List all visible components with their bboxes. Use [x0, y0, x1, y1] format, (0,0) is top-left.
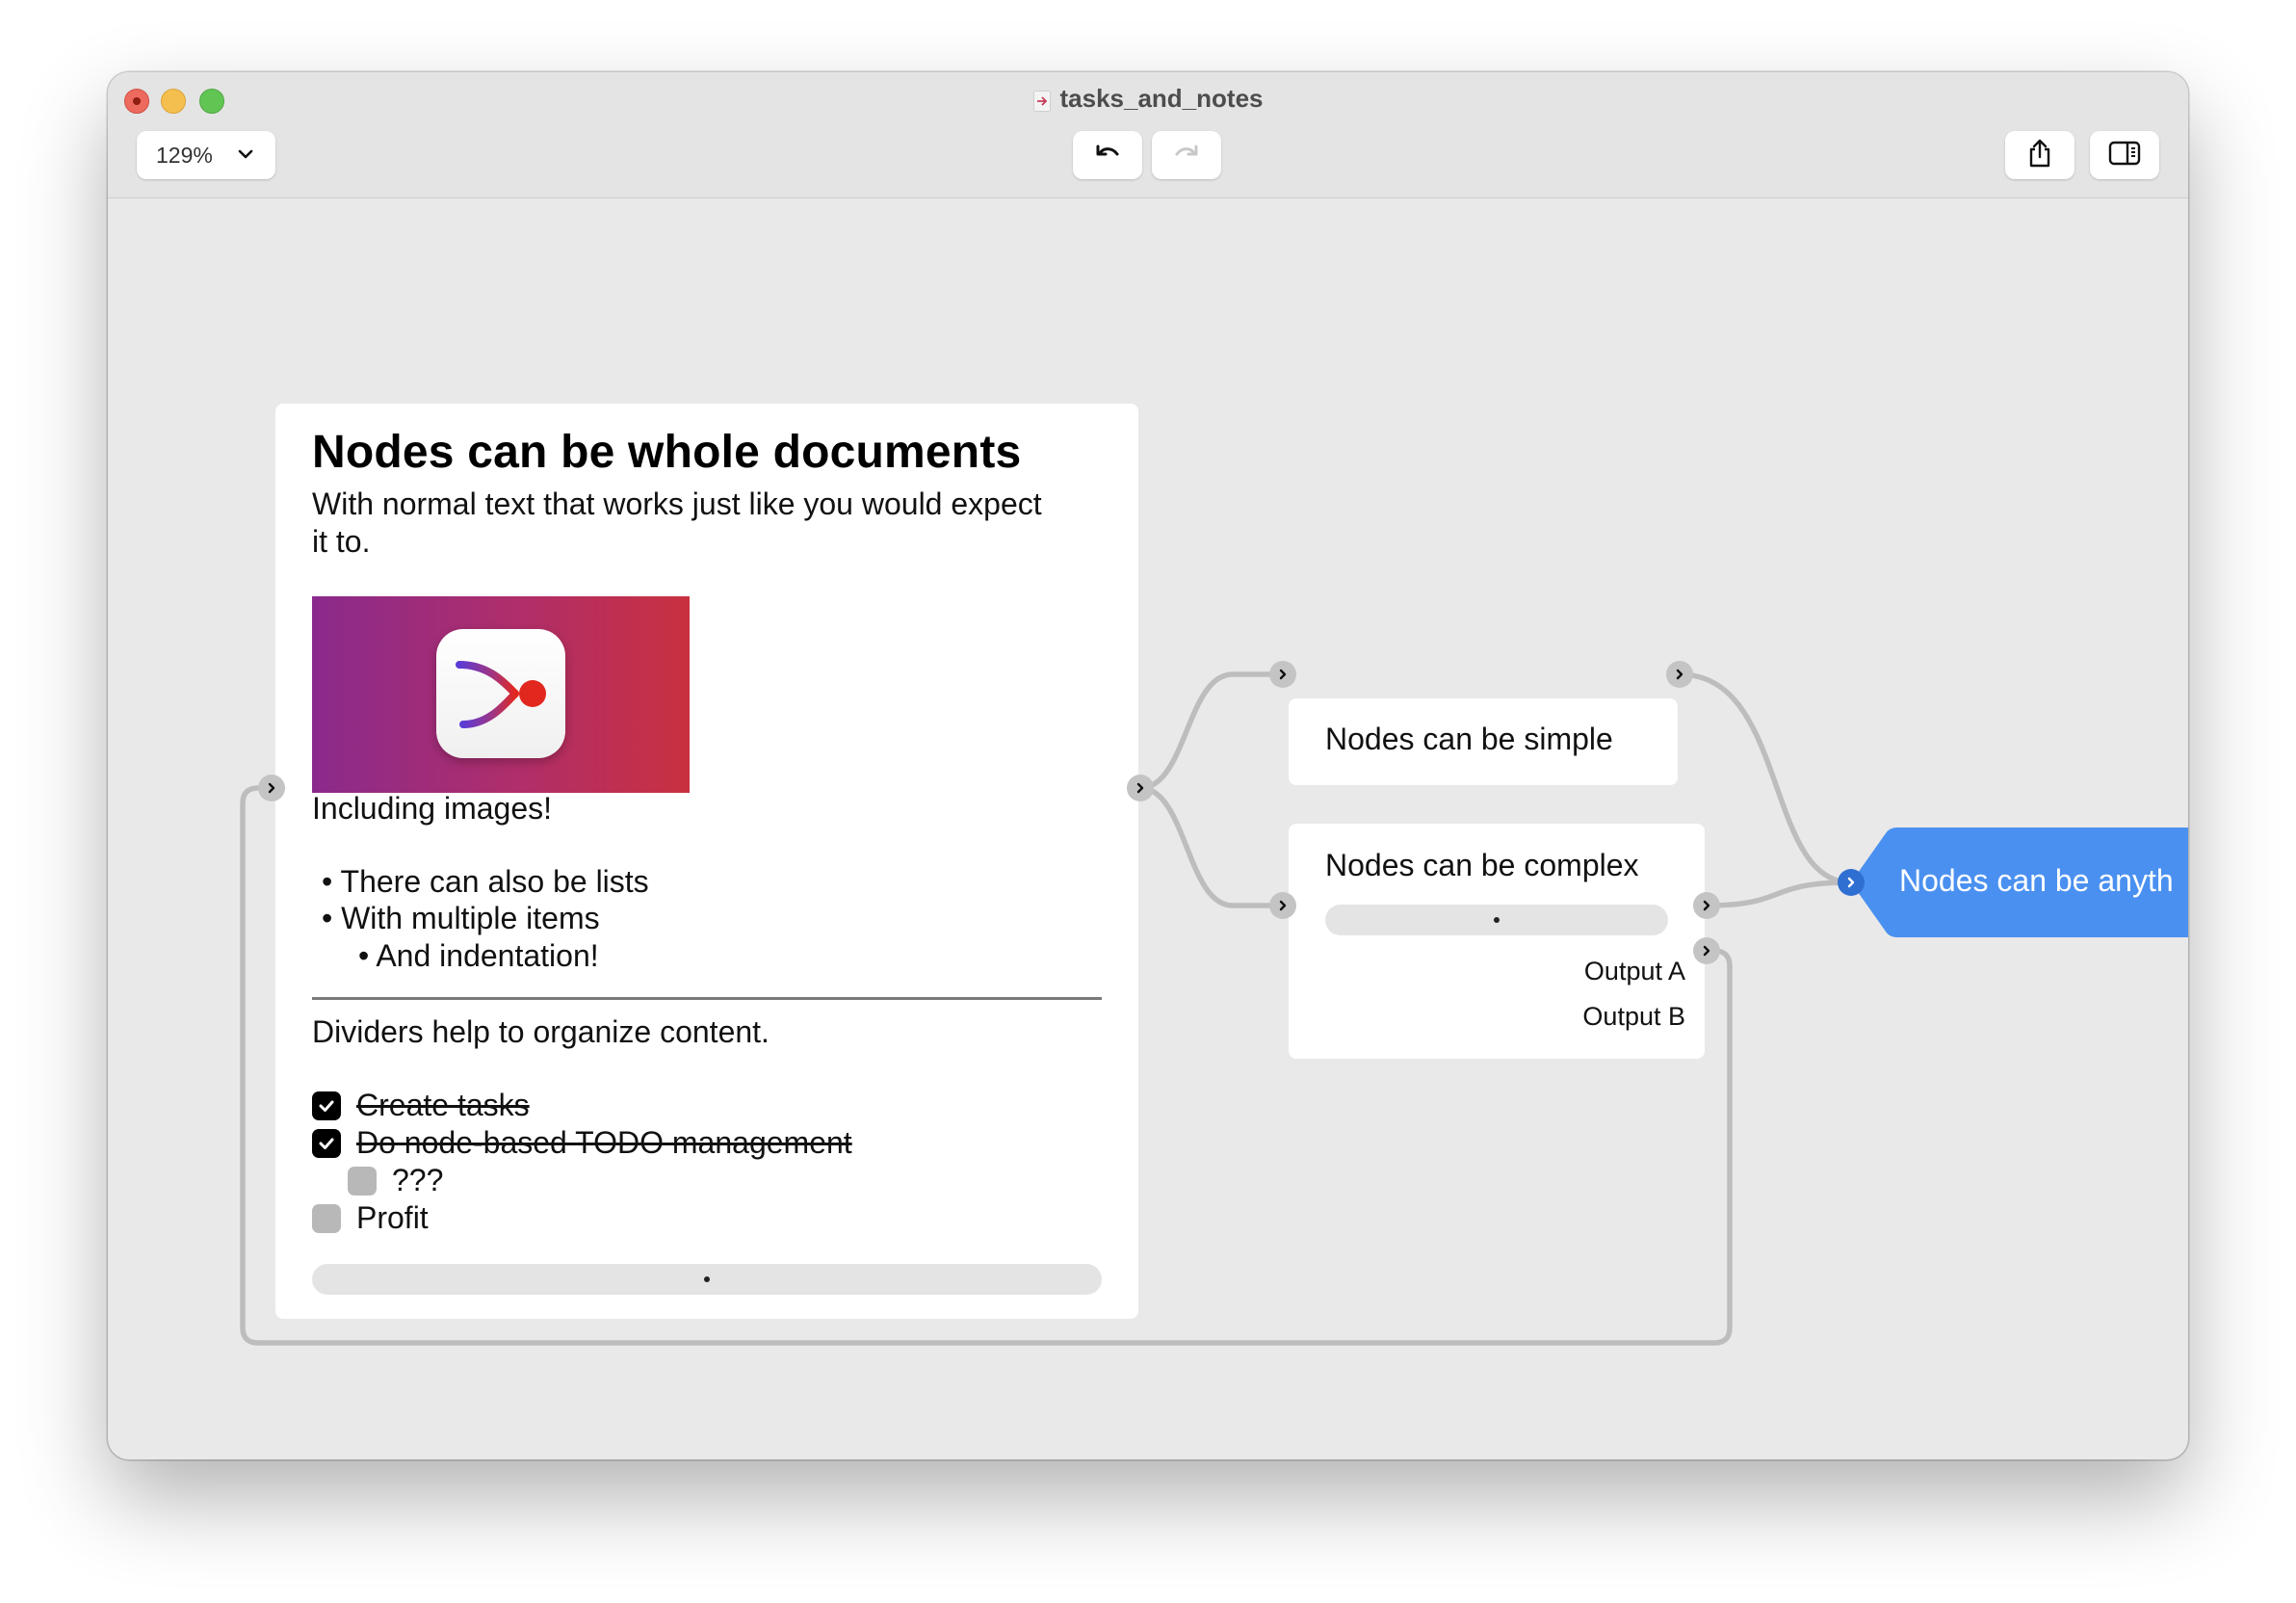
checkbox-checked[interactable] — [312, 1091, 341, 1120]
wire-outputA-to-blue — [1706, 880, 1852, 908]
share-button[interactable] — [2005, 131, 2074, 179]
checkbox-checked[interactable] — [312, 1128, 341, 1158]
blue-hexagon-node[interactable]: Nodes can be anyth — [1851, 828, 2188, 937]
doc-node-subtitle: With normal text that works just like yo… — [312, 486, 1042, 559]
list-item: • With multiple items — [322, 901, 600, 935]
output-b-port[interactable] — [1693, 937, 1720, 964]
blue-node-input-port[interactable] — [1838, 869, 1865, 896]
window-title: tasks_and_notes — [108, 84, 2188, 114]
checkbox-unchecked[interactable] — [348, 1166, 377, 1196]
simple-node-input-port[interactable] — [1269, 661, 1296, 688]
handle-dot — [704, 1276, 710, 1282]
content-divider — [312, 997, 1102, 1000]
checkbox-unchecked[interactable] — [312, 1203, 341, 1233]
task-item[interactable]: ??? — [348, 1163, 443, 1198]
share-icon — [2027, 138, 2052, 173]
wire-simple-to-blue — [1679, 671, 1852, 885]
complex-node-input-port[interactable] — [1269, 892, 1296, 919]
wire-doc-to-complex — [1139, 785, 1283, 908]
handle-dot — [1494, 917, 1500, 923]
doc-node-title: Nodes can be whole documents — [312, 427, 1022, 478]
output-a-label: Output A — [1583, 957, 1685, 985]
doc-node-output-port[interactable] — [1127, 775, 1154, 802]
simple-node-label: Nodes can be simple — [1325, 722, 1613, 756]
image-caption: Including images! — [312, 791, 553, 826]
simple-node[interactable]: Nodes can be simple — [1289, 698, 1678, 785]
blue-node-label: Nodes can be anyth — [1899, 863, 2174, 898]
list-item: • There can also be lists — [322, 864, 649, 899]
list-item: • And indentation! — [358, 938, 599, 973]
undo-icon — [1093, 142, 1122, 170]
simple-node-output-port[interactable] — [1666, 661, 1693, 688]
output-b-label: Output B — [1582, 1002, 1685, 1031]
redo-icon — [1172, 142, 1201, 170]
undo-button[interactable] — [1073, 131, 1142, 179]
wire-doc-to-simple — [1139, 671, 1283, 791]
sidebar-toggle-button[interactable] — [2090, 131, 2159, 179]
task-item[interactable]: Profit — [312, 1200, 429, 1236]
zoom-value: 129% — [156, 142, 213, 168]
node-canvas[interactable]: Nodes can be whole documents With normal… — [108, 198, 2188, 1459]
app-window: tasks_and_notes 129% Nodes can be whole … — [108, 72, 2188, 1459]
app-logo-icon — [436, 629, 565, 758]
zoom-select[interactable]: 129% — [137, 131, 275, 179]
complex-node-handle[interactable] — [1325, 905, 1668, 935]
divider-caption: Dividers help to organize content. — [312, 1014, 770, 1049]
document-icon — [1032, 89, 1051, 112]
redo-button[interactable] — [1152, 131, 1221, 179]
output-a-port[interactable] — [1693, 892, 1720, 919]
node-resize-handle[interactable] — [312, 1264, 1102, 1295]
task-item[interactable]: Do node-based TODO management — [312, 1125, 852, 1161]
complex-node-label: Nodes can be complex — [1325, 848, 1639, 882]
task-item[interactable]: Create tasks — [312, 1088, 530, 1123]
doc-node-input-port[interactable] — [258, 775, 285, 802]
complex-node[interactable]: Nodes can be complex Output A Output B — [1289, 824, 1705, 1059]
app-logo-image — [312, 596, 690, 793]
title-bar: tasks_and_notes 129% — [108, 72, 2188, 198]
window-title-text: tasks_and_notes — [1059, 84, 1264, 113]
chevron-down-icon — [237, 145, 254, 168]
sidebar-icon — [2108, 141, 2141, 171]
document-node[interactable]: Nodes can be whole documents With normal… — [275, 404, 1138, 1319]
